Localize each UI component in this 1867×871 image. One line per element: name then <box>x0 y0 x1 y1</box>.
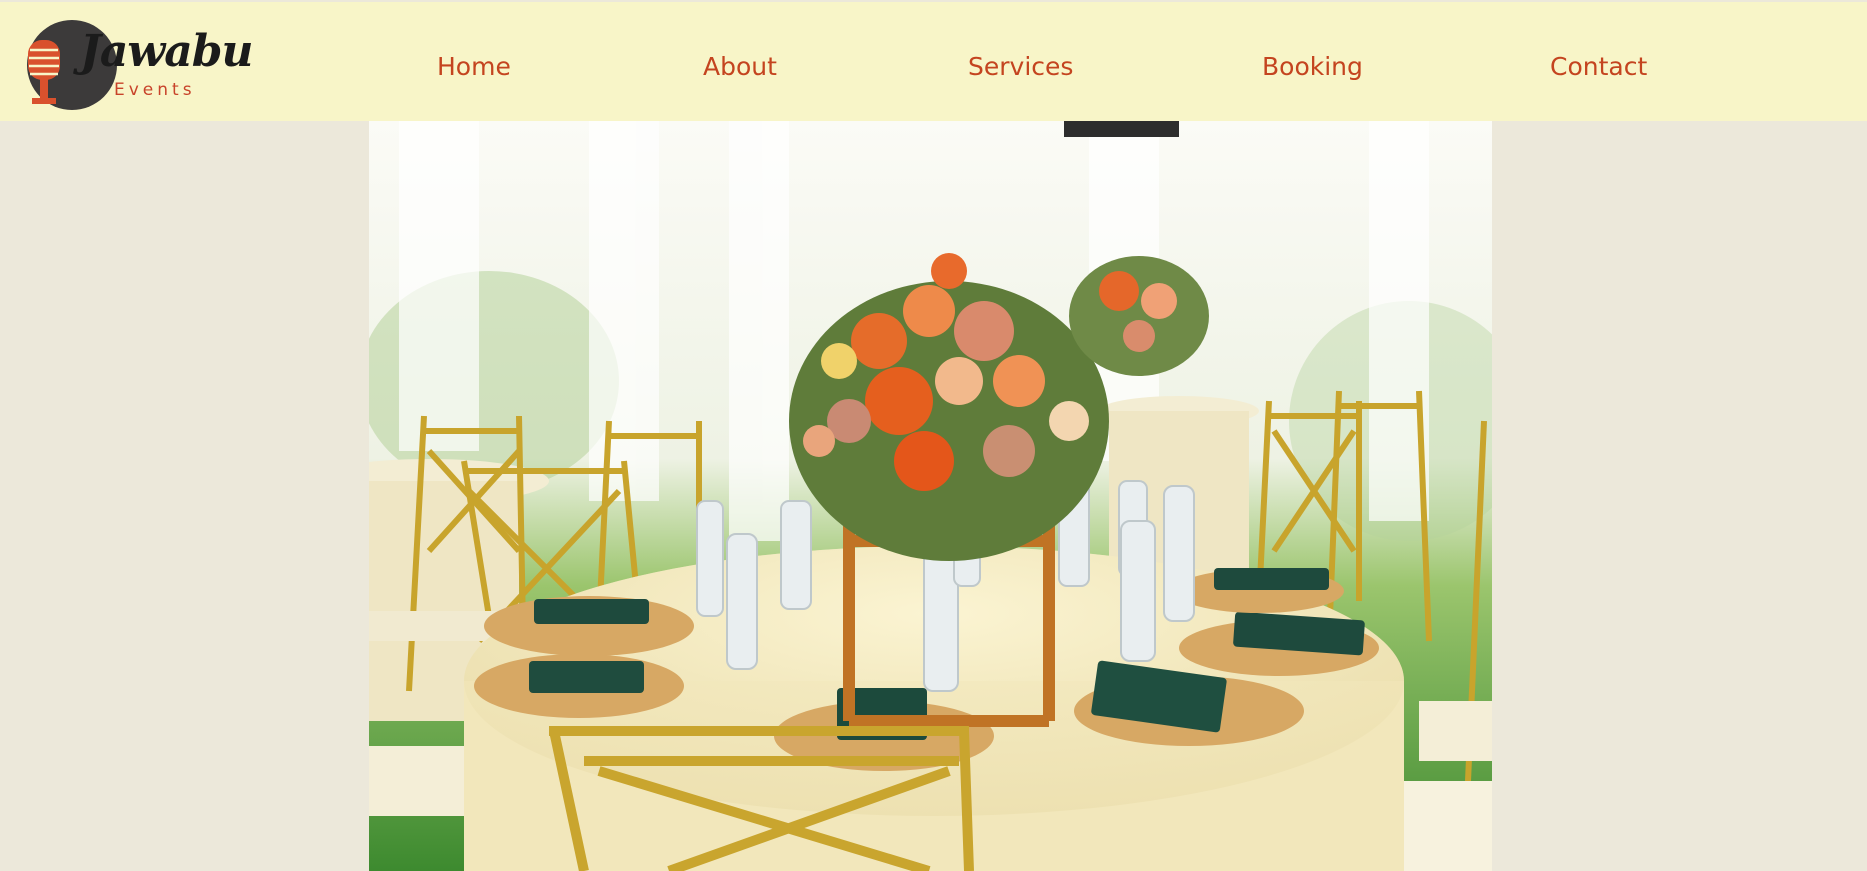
brand-tagline: Events <box>114 80 196 100</box>
hero-image <box>369 121 1492 871</box>
nav-booking[interactable]: Booking <box>1262 52 1363 81</box>
brand-name: Jawabu <box>80 26 253 77</box>
nav-home[interactable]: Home <box>437 52 511 81</box>
nav-services[interactable]: Services <box>968 52 1073 81</box>
nav-contact[interactable]: Contact <box>1550 52 1647 81</box>
logo[interactable]: Jawabu Events <box>20 20 253 112</box>
site-header: Jawabu Events Home About Services Bookin… <box>0 2 1867 121</box>
event-photo <box>369 121 1492 871</box>
microphone-icon <box>28 40 60 104</box>
nav-about[interactable]: About <box>703 52 777 81</box>
